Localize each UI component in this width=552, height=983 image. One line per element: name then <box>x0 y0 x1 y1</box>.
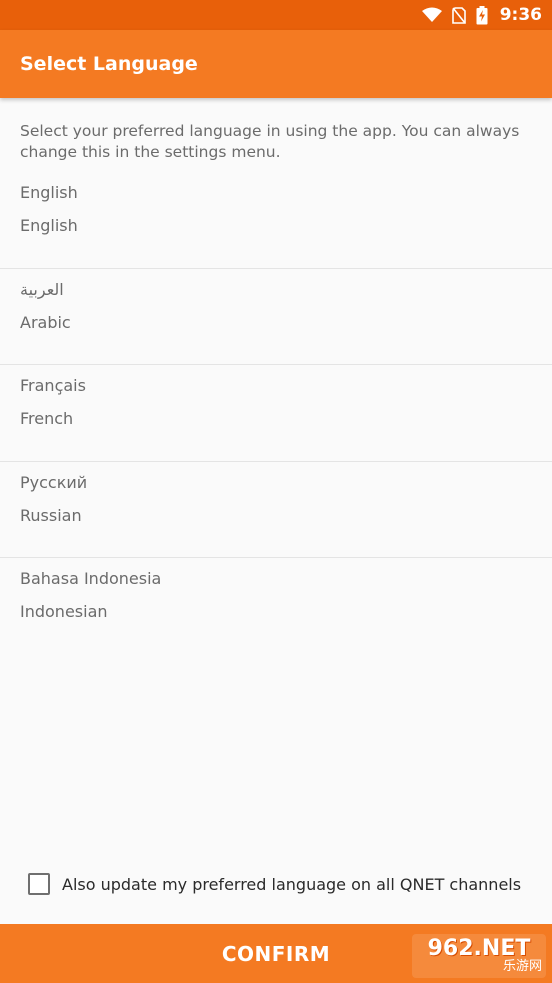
language-native-name: العربية <box>20 279 64 299</box>
language-english-name: Indonesian <box>20 602 108 621</box>
language-english-name: Russian <box>20 505 82 525</box>
language-option-french[interactable]: Français French <box>0 365 552 462</box>
update-all-channels-label: Also update my preferred language on all… <box>62 874 522 894</box>
language-list: English English العربية Arabic Français … <box>0 172 552 655</box>
intro-text: Select your preferred language in using … <box>20 122 520 161</box>
language-english-name: French <box>20 409 74 428</box>
language-option-arabic[interactable]: العربية Arabic <box>0 269 552 365</box>
wifi-icon <box>421 7 442 23</box>
language-native-name: Français <box>20 376 86 395</box>
language-native-name: English <box>20 183 78 202</box>
language-native-name: Русский <box>20 472 88 492</box>
language-option-indonesian[interactable]: Bahasa Indonesia Indonesian <box>0 558 552 655</box>
status-bar: 9:36 <box>0 0 552 30</box>
language-option-russian[interactable]: Русский Russian <box>0 462 552 558</box>
language-english-name: Arabic <box>20 312 71 332</box>
no-sim-icon <box>451 6 466 24</box>
watermark-logo: 962.NET 乐游网 <box>412 934 546 978</box>
app-bar: Select Language <box>0 30 552 98</box>
update-all-channels-option[interactable]: Also update my preferred language on all… <box>28 873 521 895</box>
page-title: Select Language <box>20 53 198 75</box>
update-all-channels-checkbox[interactable] <box>28 873 50 895</box>
battery-charging-icon <box>476 5 488 25</box>
watermark-top: 962.NET <box>427 936 531 961</box>
language-option-english[interactable]: English English <box>0 172 552 269</box>
watermark-bottom: 乐游网 <box>502 959 542 974</box>
status-time: 9:36 <box>499 5 542 25</box>
language-english-name: English <box>20 216 78 235</box>
language-native-name: Bahasa Indonesia <box>20 569 162 588</box>
